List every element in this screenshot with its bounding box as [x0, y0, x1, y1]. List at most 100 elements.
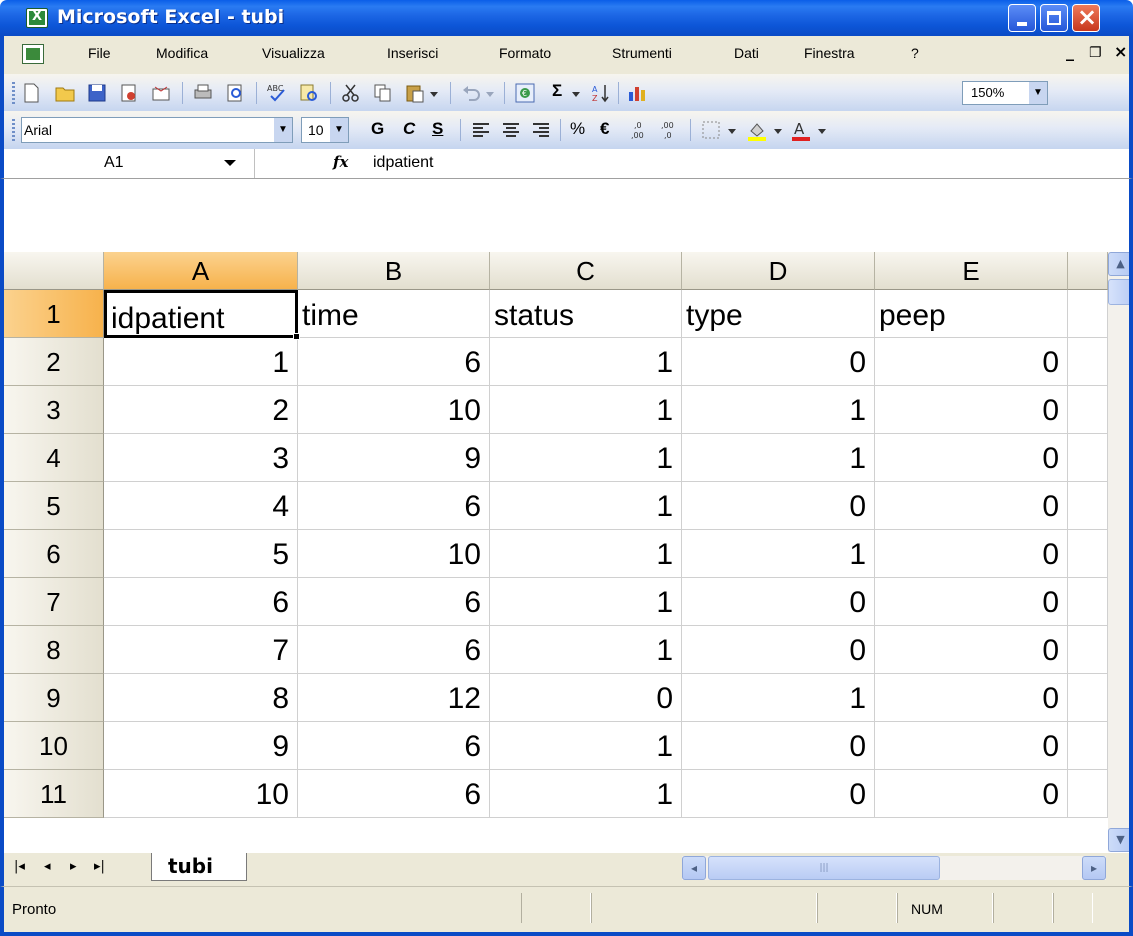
table-cell[interactable]: 8: [104, 674, 298, 722]
menu-modifica[interactable]: Modifica: [156, 45, 208, 61]
table-cell[interactable]: 1: [490, 482, 682, 530]
formula-input[interactable]: idpatient: [373, 154, 434, 172]
table-cell[interactable]: [1068, 674, 1108, 722]
horizontal-scroll-thumb[interactable]: |||: [708, 856, 940, 880]
increase-decimal-icon[interactable]: ,0,00: [630, 119, 652, 141]
borders-dropdown-icon[interactable]: [726, 119, 738, 141]
table-cell[interactable]: 5: [104, 530, 298, 578]
table-cell[interactable]: 6: [298, 338, 490, 386]
insert-hyperlink-icon[interactable]: €: [514, 82, 536, 104]
decrease-decimal-icon[interactable]: ,00,0: [660, 119, 682, 141]
table-cell[interactable]: 0: [490, 674, 682, 722]
align-center-icon[interactable]: [500, 119, 522, 141]
last-sheet-icon[interactable]: ▸|: [94, 859, 105, 874]
table-cell[interactable]: 0: [682, 482, 875, 530]
table-cell[interactable]: 1: [490, 386, 682, 434]
table-cell[interactable]: 6: [298, 482, 490, 530]
table-cell[interactable]: 0: [682, 338, 875, 386]
table-cell[interactable]: 10: [104, 770, 298, 818]
align-right-icon[interactable]: [530, 119, 552, 141]
table-cell[interactable]: [1068, 434, 1108, 482]
header-cell-e[interactable]: peep: [875, 290, 1068, 338]
doc-restore-icon[interactable]: ❐: [1089, 45, 1102, 61]
fill-color-dropdown-icon[interactable]: [772, 119, 784, 141]
font-size-dropdown-icon[interactable]: ▼: [330, 118, 348, 142]
table-cell[interactable]: 6: [298, 770, 490, 818]
row-header-2[interactable]: 2: [4, 338, 104, 386]
table-cell[interactable]: 3: [104, 434, 298, 482]
table-cell[interactable]: [1068, 338, 1108, 386]
row-header-9[interactable]: 9: [4, 674, 104, 722]
cut-icon[interactable]: [340, 82, 362, 104]
column-header-b[interactable]: B: [298, 252, 490, 290]
table-cell[interactable]: 2: [104, 386, 298, 434]
bold-button[interactable]: G: [371, 119, 384, 139]
sort-ascending-icon[interactable]: AZ: [590, 82, 612, 104]
table-cell[interactable]: [1068, 722, 1108, 770]
paste-dropdown-icon[interactable]: [428, 82, 440, 104]
row-header-7[interactable]: 7: [4, 578, 104, 626]
table-cell[interactable]: 1: [490, 434, 682, 482]
header-cell-c[interactable]: status: [490, 290, 682, 338]
table-cell[interactable]: 1: [490, 770, 682, 818]
percent-style-button[interactable]: %: [570, 119, 585, 139]
table-cell[interactable]: 4: [104, 482, 298, 530]
table-cell[interactable]: 1: [490, 722, 682, 770]
scroll-left-icon[interactable]: ◂: [682, 856, 706, 880]
prev-sheet-icon[interactable]: ◂: [44, 859, 51, 874]
copy-icon[interactable]: [372, 82, 394, 104]
minimize-button[interactable]: [1008, 4, 1036, 32]
column-header-partial[interactable]: [1068, 252, 1108, 290]
table-cell[interactable]: 6: [104, 578, 298, 626]
first-sheet-icon[interactable]: |◂: [14, 859, 25, 874]
insert-function-icon[interactable]: fx: [333, 153, 348, 171]
menu-visualizza[interactable]: Visualizza: [262, 45, 325, 61]
menu-inserisci[interactable]: Inserisci: [387, 45, 438, 61]
menu-dati[interactable]: Dati: [734, 45, 759, 61]
scroll-up-icon[interactable]: ▲: [1108, 252, 1129, 276]
font-color-dropdown-icon[interactable]: [816, 119, 828, 141]
row-header-8[interactable]: 8: [4, 626, 104, 674]
table-cell[interactable]: 0: [875, 482, 1068, 530]
excel-app-icon[interactable]: [26, 8, 48, 28]
doc-close-icon[interactable]: ×: [1114, 42, 1127, 61]
table-cell[interactable]: 6: [298, 578, 490, 626]
table-cell[interactable]: 12: [298, 674, 490, 722]
row-header-1[interactable]: 1: [4, 290, 104, 338]
table-cell[interactable]: 0: [875, 338, 1068, 386]
document-icon[interactable]: [22, 44, 44, 64]
table-cell[interactable]: 0: [682, 578, 875, 626]
table-cell[interactable]: 1: [490, 338, 682, 386]
research-icon[interactable]: [298, 82, 320, 104]
scroll-down-icon[interactable]: ▼: [1108, 828, 1129, 852]
sheet-tab-tubi[interactable]: tubi: [151, 853, 247, 881]
save-icon[interactable]: [86, 82, 108, 104]
table-cell[interactable]: [1068, 626, 1108, 674]
autosum-dropdown-icon[interactable]: [570, 82, 582, 104]
vertical-scroll-thumb[interactable]: [1108, 279, 1129, 305]
menu-finestra[interactable]: Finestra: [804, 45, 855, 61]
menu-strumenti[interactable]: Strumenti: [612, 45, 672, 61]
table-cell[interactable]: 1: [682, 530, 875, 578]
table-cell[interactable]: 0: [875, 626, 1068, 674]
font-color-icon[interactable]: A: [790, 119, 812, 141]
header-cell-b[interactable]: time: [298, 290, 490, 338]
table-cell[interactable]: 0: [875, 770, 1068, 818]
row-header-5[interactable]: 5: [4, 482, 104, 530]
open-folder-icon[interactable]: [54, 82, 76, 104]
print-preview-icon[interactable]: [224, 82, 246, 104]
italic-button[interactable]: C: [403, 119, 415, 139]
table-cell[interactable]: 1: [490, 530, 682, 578]
zoom-dropdown-icon[interactable]: ▼: [1029, 82, 1047, 104]
table-cell[interactable]: 0: [682, 626, 875, 674]
font-size-select[interactable]: 10 ▼: [301, 117, 349, 143]
row-header-11[interactable]: 11: [4, 770, 104, 818]
table-cell[interactable]: [1068, 530, 1108, 578]
font-name-select[interactable]: Arial ▼: [21, 117, 293, 143]
column-header-d[interactable]: D: [682, 252, 875, 290]
menu-formato[interactable]: Formato: [499, 45, 551, 61]
table-cell[interactable]: 9: [298, 434, 490, 482]
align-left-icon[interactable]: [470, 119, 492, 141]
table-cell[interactable]: 1: [490, 578, 682, 626]
underline-button[interactable]: S: [432, 119, 443, 139]
